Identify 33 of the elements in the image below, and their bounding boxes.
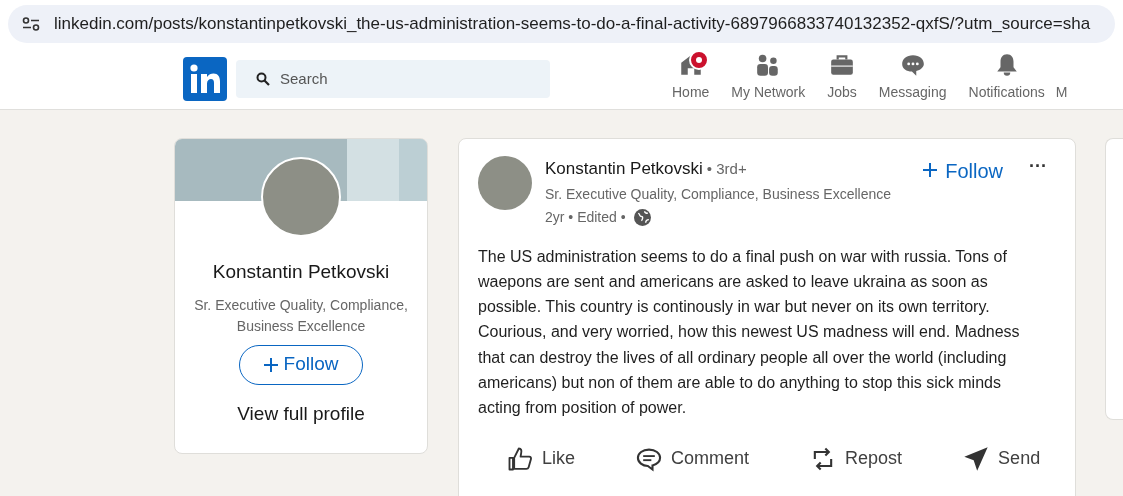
messaging-icon [899, 52, 926, 78]
nav-item[interactable]: M [1055, 48, 1066, 109]
linkedin-logo[interactable] [183, 56, 227, 101]
profile-name[interactable]: Konstantin Petkovski [212, 258, 390, 287]
view-profile-link[interactable]: View full profile [237, 399, 365, 428]
globe-icon [633, 208, 651, 226]
nav-item[interactable]: Notifications [957, 48, 1056, 109]
search-icon [256, 71, 270, 86]
follow-button[interactable]: Follow [923, 156, 1003, 186]
like-button[interactable]: Like [506, 444, 576, 473]
profile-headline: Sr. Executive Quality, Compliance, Business Excellence [193, 295, 409, 336]
jobs-icon [829, 52, 856, 78]
plus-icon [923, 163, 940, 179]
more-options-button[interactable]: ··· [1029, 156, 1047, 176]
author-photo-placeholder[interactable] [478, 156, 532, 210]
nav-item[interactable]: Messaging [867, 48, 958, 109]
address-bar[interactable]: linkedin.com/posts/konstantinpetkovski_the-us-administration-seems-to-do-a-final-activity-6897966833740132352-qxfS/?utm_source=sha [8, 5, 1115, 43]
post-meta: 2yr • Edited • [545, 207, 626, 227]
nav-item[interactable]: Home [661, 48, 721, 109]
author-headline: Sr. Executive Quality, Compliance, Business Excellence [545, 184, 891, 204]
send-button[interactable]: Send [962, 444, 1041, 473]
author-name[interactable]: Konstantin Petkovski [545, 156, 703, 182]
nav-item[interactable]: My Network [720, 48, 817, 109]
paper-plane-icon [962, 444, 991, 473]
search-field[interactable]: Search [236, 59, 550, 98]
plus-icon [263, 357, 278, 372]
comment-button[interactable]: Comment [635, 444, 750, 473]
connection-degree: • 3rd+ [706, 159, 747, 179]
post-text: The US administration seems to do a final push on war with russia. Tons of waepons are sent and americans are asked to leave ukraina as soon as possible. This country is continously in war but never on its own territory. Courious, and very worried, how this newest US madness will end. Madness that can destroy the lives of all ordinary people all over the world (including americans) but non of them are able to do anything to stop this sick minds acting from position of power. [478, 246, 1021, 419]
url-text: linkedin.com/posts/konstantinpetkovski_the-us-administration-seems-to-do-a-final-activity-6897966833740132352-qxfS/?utm_source=sha [54, 13, 1091, 36]
nav-item[interactable]: Jobs [816, 48, 868, 109]
repost-button[interactable]: Repost [809, 444, 903, 473]
site-settings-icon[interactable] [22, 17, 40, 31]
